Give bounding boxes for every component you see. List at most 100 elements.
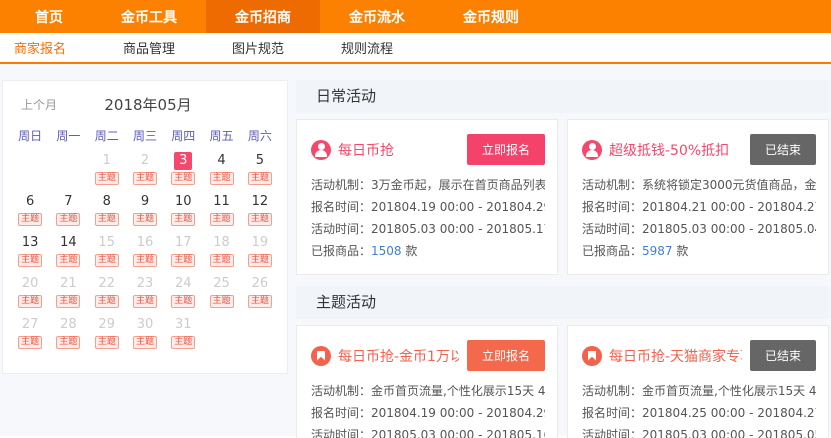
section-header-daily: 日常活动 [296,80,829,113]
weekday-label: 周四 [164,127,202,144]
signup-label: 报名时间： [582,200,642,214]
topnav-tab[interactable]: 首页 [6,0,92,33]
calendar-day-number: 12 [251,193,269,211]
activity-card: 每日币抢-金币1万以上卖家... 立即报名 活动机制：金币首页流量,个性化展示1… [296,325,558,438]
reported-label: 已报商品： [582,244,642,258]
theme-badge: 主题 [210,254,234,267]
calendar-day-cell[interactable]: 23 主题 [126,275,164,313]
reported-label: 已报商品： [311,244,371,258]
mechanism-value: 金币首页流量,个性化展示15天 45金币/点击 [371,384,545,398]
signup-value: 201804.19 00:00 - 201804.29 24:00 [371,200,545,214]
calendar-day-number: 9 [136,193,154,211]
theme-badge: 主题 [95,254,119,267]
calendar-day-number: 19 [251,234,269,252]
theme-badge: 主题 [248,295,272,308]
calendar-day-number: 27 [21,316,39,334]
theme-badge: 主题 [248,254,272,267]
activity-action-button[interactable]: 立即报名 [467,134,545,165]
calendar-day-cell[interactable]: 27 主题 [11,316,49,354]
reported-count-link[interactable]: 1508 [371,244,402,258]
signup-label: 报名时间： [311,200,371,214]
calendar-day-number: 26 [251,275,269,293]
theme-badge: 主题 [56,213,80,226]
calendar-day-cell[interactable]: 4 主题 [202,152,240,190]
calendar-day-number: 28 [59,316,77,334]
calendar-day-cell[interactable]: 9 主题 [126,193,164,231]
calendar-day-cell[interactable]: 18 主题 [202,234,240,272]
subnav-tab[interactable]: 图片规范 [232,38,284,57]
calendar-day-cell[interactable]: 6 主题 [11,193,49,231]
bookmark-icon [311,346,331,366]
weekday-label: 周日 [11,127,49,144]
reported-row: 已报商品：1508 款 [311,240,545,262]
calendar-day-cell[interactable]: 22 主题 [88,275,126,313]
signup-time-row: 报名时间：201804.19 00:00 - 201804.29 24:00 [311,402,545,424]
calendar-day-cell[interactable]: 20 主题 [11,275,49,313]
calendar-day-cell[interactable]: 25 主题 [202,275,240,313]
theme-badge: 主题 [171,336,195,349]
calendar-day-cell[interactable]: 21 主题 [49,275,87,313]
calendar-day-cell[interactable]: 1 主题 [88,152,126,190]
topnav-tab[interactable]: 金币工具 [92,0,206,33]
topnav-tab[interactable]: 金币规则 [434,0,548,33]
calendar-day-cell[interactable]: 14 主题 [49,234,87,272]
activity-time-label: 活动时间： [311,428,371,438]
calendar-day-cell[interactable]: 16 主题 [126,234,164,272]
calendar-day-number: 11 [213,193,231,211]
theme-badge: 主题 [133,295,157,308]
activity-time-label: 活动时间： [582,222,642,236]
calendar-day-number: 15 [98,234,116,252]
theme-badge: 主题 [95,295,119,308]
prev-month-link[interactable]: 上个月 [21,96,57,113]
calendar-day-number: 3 [174,152,192,170]
sub-navigation: 商家报名 商品管理 图片规范 规则流程 [0,33,831,64]
subnav-tab[interactable]: 商品管理 [123,38,175,57]
activity-action-button[interactable]: 立即报名 [467,340,545,371]
calendar-day-cell[interactable]: 29 主题 [88,316,126,354]
calendar-day-cell[interactable]: 7 主题 [49,193,87,231]
calendar-day-cell[interactable]: 12 主题 [241,193,279,231]
calendar-day-number: 31 [174,316,192,334]
activity-time-label: 活动时间： [311,222,371,236]
mechanism-label: 活动机制： [311,384,371,398]
weekday-label: 周六 [241,127,279,144]
calendar-day-cell[interactable]: 31 主题 [164,316,202,354]
calendar-day-number: 7 [59,193,77,211]
calendar-day-cell[interactable]: 2 主题 [126,152,164,190]
calendar-day-number: 2 [136,152,154,170]
calendar-day-cell[interactable]: 30 主题 [126,316,164,354]
theme-badge: 主题 [18,295,42,308]
calendar-day-cell[interactable]: 24 主题 [164,275,202,313]
calendar-day-cell[interactable]: 11 主题 [202,193,240,231]
calendar-day-cell[interactable]: 13 主题 [11,234,49,272]
calendar-day-cell[interactable]: 28 主题 [49,316,87,354]
activity-action-button[interactable]: 已结束 [750,340,816,371]
calendar-day-cell[interactable]: 3 主题 [164,152,202,190]
mechanism-value: 系统将锁定3000元货值商品，金币50%抵扣 [642,178,816,192]
subnav-tab[interactable]: 商家报名 [14,38,66,57]
topnav-tab[interactable]: 金币招商 [206,0,320,33]
activity-title: 每日币抢-天猫商家专享 [609,346,742,366]
reported-row: 已报商品：5987 款 [582,240,816,262]
calendar-day-cell[interactable]: 10 主题 [164,193,202,231]
theme-badge: 主题 [95,336,119,349]
theme-badge: 主题 [56,254,80,267]
user-icon [311,140,331,160]
calendar-day-cell[interactable]: 5 主题 [241,152,279,190]
calendar-day-cell[interactable]: 17 主题 [164,234,202,272]
calendar-day-cell[interactable]: 19 主题 [241,234,279,272]
calendar-day-cell[interactable]: 8 主题 [88,193,126,231]
subnav-tab[interactable]: 规则流程 [341,38,393,57]
theme-badge: 主题 [95,172,119,185]
reported-count-link[interactable]: 5987 [642,244,673,258]
mechanism-row: 活动机制：金币首页流量,个性化展示15天 45金币/点击 [311,380,545,402]
calendar-day-cell[interactable]: 26 主题 [241,275,279,313]
activity-action-button[interactable]: 已结束 [750,134,816,165]
topnav-tab[interactable]: 金币流水 [320,0,434,33]
theme-badge: 主题 [18,213,42,226]
mechanism-label: 活动机制： [582,384,642,398]
calendar-day-cell[interactable]: 15 主题 [88,234,126,272]
weekday-label: 周三 [126,127,164,144]
activity-time-value: 201805.03 00:00 - 201805.16 24:00 [371,428,545,438]
mechanism-value: 金币首页流量,个性化展示15天 45金币/点击 [642,384,816,398]
